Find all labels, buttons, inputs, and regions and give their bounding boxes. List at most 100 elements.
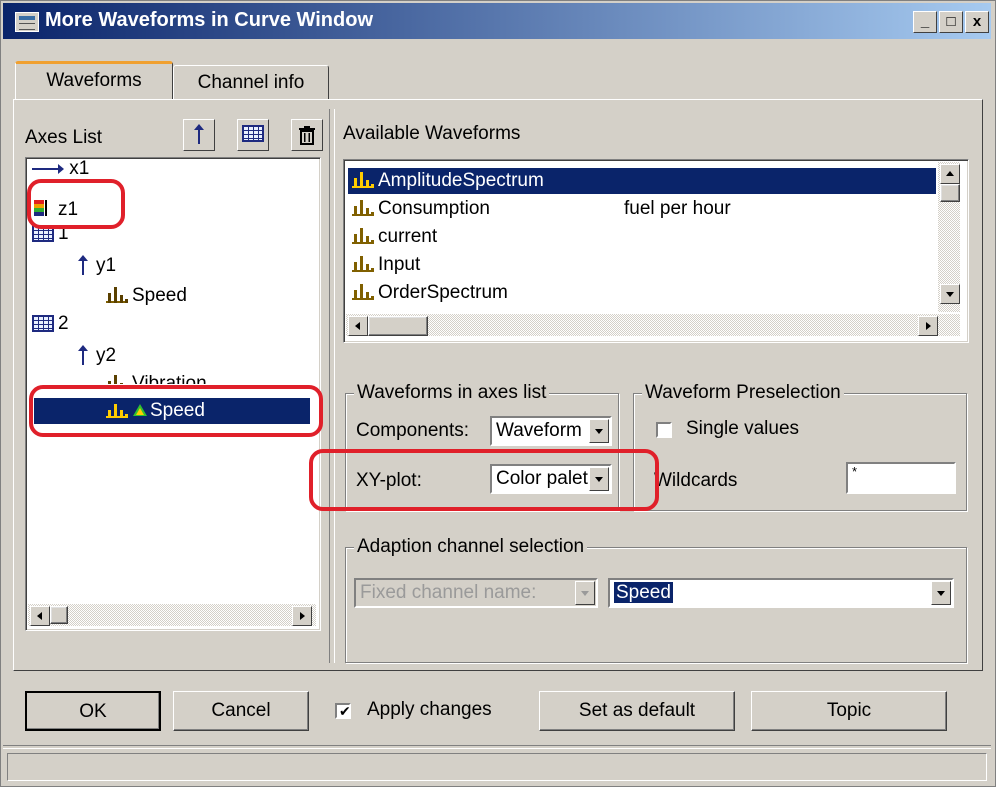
available-waveform-item[interactable]: Input bbox=[348, 252, 936, 278]
tab-waveforms[interactable]: Waveforms bbox=[15, 61, 173, 101]
tree-label-y1-speed: Speed bbox=[132, 285, 187, 306]
checkmark-icon: ✔ bbox=[339, 703, 351, 719]
components-select[interactable]: Waveform bbox=[490, 416, 612, 446]
available-waveform-name: Consumption bbox=[378, 198, 490, 219]
apply-changes-checkbox[interactable]: ✔ bbox=[335, 703, 351, 719]
waveform-preselection-group: Waveform Preselection Single values Wild… bbox=[633, 382, 967, 511]
tree-item-y2[interactable]: y2 bbox=[76, 342, 116, 370]
tree-item-grid-2[interactable]: 2 bbox=[32, 310, 69, 338]
window-title: More Waveforms in Curve Window bbox=[45, 9, 374, 31]
available-waveforms-list[interactable]: AmplitudeSpectrum Consumption fuel per hou… bbox=[343, 159, 969, 343]
scroll-thumb[interactable] bbox=[368, 316, 428, 336]
cancel-button[interactable]: Cancel bbox=[173, 691, 309, 731]
available-waveform-item[interactable]: current bbox=[348, 224, 936, 250]
adaption-channel-value: Speed bbox=[614, 582, 673, 603]
scroll-left-arrow[interactable] bbox=[348, 316, 368, 336]
available-waveform-name: current bbox=[378, 226, 438, 247]
separator bbox=[3, 745, 991, 749]
adaption-channel-title: Adaption channel selection bbox=[354, 536, 588, 558]
ok-button[interactable]: OK bbox=[25, 691, 161, 731]
xyplot-label: XY-plot: bbox=[356, 470, 422, 491]
color-triangle-icon bbox=[133, 404, 147, 416]
add-axis-button[interactable] bbox=[183, 119, 215, 151]
add-grid-button[interactable] bbox=[237, 119, 269, 151]
tree-label-grid-2: 2 bbox=[58, 313, 69, 334]
delete-button[interactable] bbox=[291, 119, 323, 151]
tab-channel-info[interactable]: Channel info bbox=[173, 65, 329, 101]
axes-list-label: Axes List bbox=[25, 127, 103, 148]
tree-label-y2: y2 bbox=[96, 345, 117, 366]
scroll-up-arrow[interactable] bbox=[940, 164, 960, 184]
axes-tree-hscroll[interactable] bbox=[28, 604, 316, 626]
waveform-icon bbox=[106, 287, 128, 303]
y-axis-icon bbox=[76, 345, 90, 365]
waveforms-in-axes-group: Waveforms in axes list Components: Wavef… bbox=[345, 382, 619, 511]
xyplot-value: Color palet bbox=[496, 468, 588, 489]
trash-icon bbox=[299, 126, 315, 145]
xyplot-select[interactable]: Color palet bbox=[490, 464, 612, 494]
available-waveform-item[interactable]: OrderSpectrum bbox=[348, 280, 936, 306]
waveform-icon bbox=[106, 402, 128, 418]
apply-changes-label: Apply changes bbox=[367, 699, 492, 720]
scroll-thumb[interactable] bbox=[50, 606, 68, 624]
tree-item-y1-speed[interactable]: Speed bbox=[106, 282, 187, 310]
scroll-right-arrow[interactable] bbox=[292, 606, 312, 626]
y-axis-icon bbox=[76, 255, 90, 275]
splitter[interactable] bbox=[329, 109, 335, 663]
scroll-thumb[interactable] bbox=[940, 184, 960, 202]
adaption-channel-group: Adaption channel selection Fixed channel… bbox=[345, 536, 967, 663]
tree-label-y2-vibration: Vibration bbox=[132, 373, 207, 384]
components-label: Components: bbox=[356, 420, 470, 441]
window-icon bbox=[15, 12, 39, 32]
dialog-window: More Waveforms in Curve Window _ □ x Wav… bbox=[0, 0, 996, 787]
chevron-down-icon[interactable] bbox=[589, 419, 609, 443]
chevron-down-icon bbox=[575, 581, 595, 605]
scroll-left-arrow[interactable] bbox=[30, 606, 50, 626]
waveforms-in-axes-title: Waveforms in axes list bbox=[354, 382, 550, 404]
scroll-down-arrow[interactable] bbox=[940, 284, 960, 304]
scroll-right-arrow[interactable] bbox=[918, 316, 938, 336]
tree-item-y2-vibration[interactable]: Vibration bbox=[106, 370, 207, 384]
adaption-mode-select: Fixed channel name: bbox=[354, 578, 598, 608]
waveform-icon bbox=[352, 200, 374, 216]
axes-tree[interactable]: x1 z1 1 y1 Speed 2 y2 Vibration Speed bbox=[25, 157, 321, 631]
adaption-channel-select[interactable]: Speed bbox=[608, 578, 954, 608]
tree-item-x1[interactable]: x1 bbox=[32, 160, 89, 178]
chevron-down-icon[interactable] bbox=[589, 467, 609, 491]
available-list-hscroll[interactable] bbox=[346, 314, 960, 336]
tree-item-grid-1[interactable]: 1 bbox=[32, 220, 69, 248]
waveform-icon bbox=[106, 375, 128, 384]
minimize-button[interactable]: _ bbox=[913, 11, 937, 33]
waveform-icon bbox=[352, 172, 374, 188]
components-value: Waveform bbox=[496, 420, 582, 441]
available-waveform-name: OrderSpectrum bbox=[378, 282, 508, 303]
waveform-icon bbox=[352, 284, 374, 300]
tree-item-y2-speed-selected[interactable]: Speed bbox=[34, 398, 310, 424]
topic-button[interactable]: Topic bbox=[751, 691, 947, 731]
grid-icon bbox=[32, 225, 54, 242]
close-button[interactable]: x bbox=[965, 11, 989, 33]
tree-item-y1[interactable]: y1 bbox=[76, 252, 116, 280]
color-scale-icon bbox=[34, 200, 47, 216]
tree-label-grid-1: 1 bbox=[58, 223, 69, 244]
available-waveform-name: AmplitudeSpectrum bbox=[378, 170, 544, 191]
waveform-icon bbox=[352, 256, 374, 272]
maximize-button[interactable]: □ bbox=[939, 11, 963, 33]
tree-label-x1: x1 bbox=[69, 160, 90, 178]
grid-icon bbox=[32, 315, 54, 332]
x-axis-icon bbox=[32, 163, 64, 174]
wildcards-label: Wildcards bbox=[654, 470, 738, 491]
grid-add-icon bbox=[242, 125, 264, 142]
chevron-down-icon[interactable] bbox=[931, 581, 951, 605]
available-waveform-desc: fuel per hour bbox=[624, 198, 731, 219]
available-waveform-item[interactable]: AmplitudeSpectrum bbox=[348, 168, 936, 194]
wildcards-input[interactable]: * bbox=[846, 462, 956, 494]
set-as-default-button[interactable]: Set as default bbox=[539, 691, 735, 731]
status-bar bbox=[7, 753, 987, 781]
single-values-checkbox[interactable] bbox=[656, 422, 672, 438]
title-bar[interactable]: More Waveforms in Curve Window _ □ x bbox=[3, 3, 991, 39]
available-waveform-item[interactable]: Consumption fuel per hour bbox=[348, 196, 936, 222]
waveform-preselection-title: Waveform Preselection bbox=[642, 382, 844, 404]
adaption-mode-value: Fixed channel name: bbox=[360, 582, 537, 603]
single-values-label: Single values bbox=[686, 418, 800, 439]
